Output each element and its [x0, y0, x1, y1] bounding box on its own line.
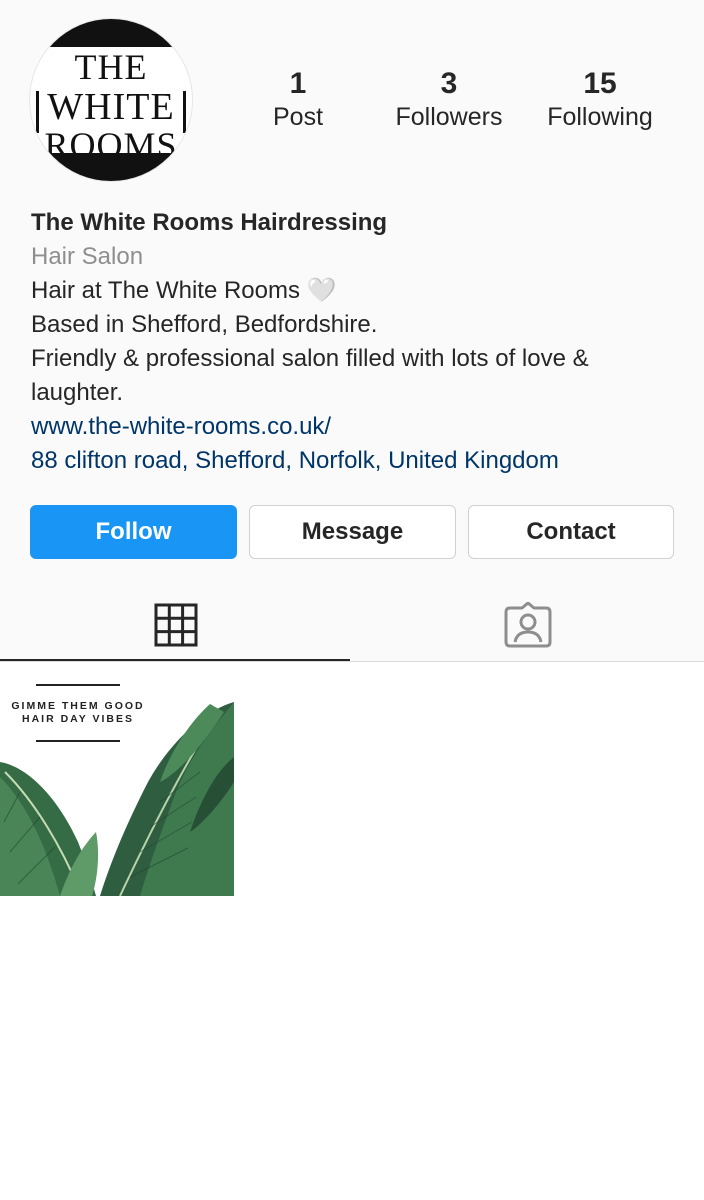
follow-button[interactable]: Follow: [30, 505, 237, 559]
posts-count[interactable]: 1 Post: [248, 66, 348, 132]
post-caption-line: HAIR DAY VIBES: [21, 713, 135, 725]
followers-count-label: Followers: [395, 103, 503, 131]
followers-count[interactable]: 3 Followers: [384, 66, 514, 132]
avatar-logo-line: WHITE: [47, 86, 175, 128]
caption-rule-top: [36, 684, 120, 686]
profile-avatar[interactable]: THE WHITE ROOMS: [30, 19, 192, 181]
following-count-value: 15: [583, 67, 617, 100]
following-count[interactable]: 15 Following: [535, 66, 665, 132]
profile-category: Hair Salon: [31, 243, 144, 270]
message-button[interactable]: Message: [249, 505, 456, 559]
posts-count-label: Post: [272, 103, 324, 131]
tab-grid[interactable]: [0, 590, 352, 660]
avatar-logo-line: THE: [74, 47, 148, 87]
contact-button[interactable]: Contact: [468, 505, 674, 559]
posts-count-value: 1: [289, 67, 307, 100]
avatar-band-top: [30, 19, 192, 47]
tagged-person-icon: [504, 602, 552, 648]
tab-tagged[interactable]: [352, 590, 704, 660]
banana-leaves-image: [0, 702, 234, 896]
bio-line: Hair at The White Rooms 🤍: [31, 274, 681, 308]
avatar-logo-line: ROOMS: [44, 125, 178, 165]
website-link[interactable]: www.the-white-rooms.co.uk/: [31, 410, 681, 444]
post-caption-line: GIMME THEM GOOD: [11, 700, 145, 712]
followers-count-value: 3: [440, 67, 458, 100]
bio-line-text: Hair at The White Rooms: [31, 277, 300, 304]
heart-icon: 🤍: [306, 277, 337, 304]
profile-bio: The White Rooms Hairdressing Hair Salon …: [31, 206, 681, 478]
bio-line: Friendly & professional salon filled wit…: [31, 345, 589, 406]
post-caption: GIMME THEM GOOD HAIR DAY VIBES: [0, 700, 156, 726]
profile-header: THE WHITE ROOMS 1 Post 3 Followers 15 Fo…: [0, 0, 704, 662]
bio-line: Based in Shefford, Bedfordshire.: [31, 311, 378, 338]
post-thumbnail[interactable]: GIMME THEM GOOD HAIR DAY VIBES: [0, 662, 234, 896]
grid-icon: [154, 603, 198, 647]
caption-rule-bottom: [36, 740, 120, 742]
profile-name: The White Rooms Hairdressing: [31, 209, 388, 236]
address-link[interactable]: 88 clifton road, Shefford, Norfolk, Unit…: [31, 444, 681, 478]
following-count-label: Following: [547, 103, 653, 131]
